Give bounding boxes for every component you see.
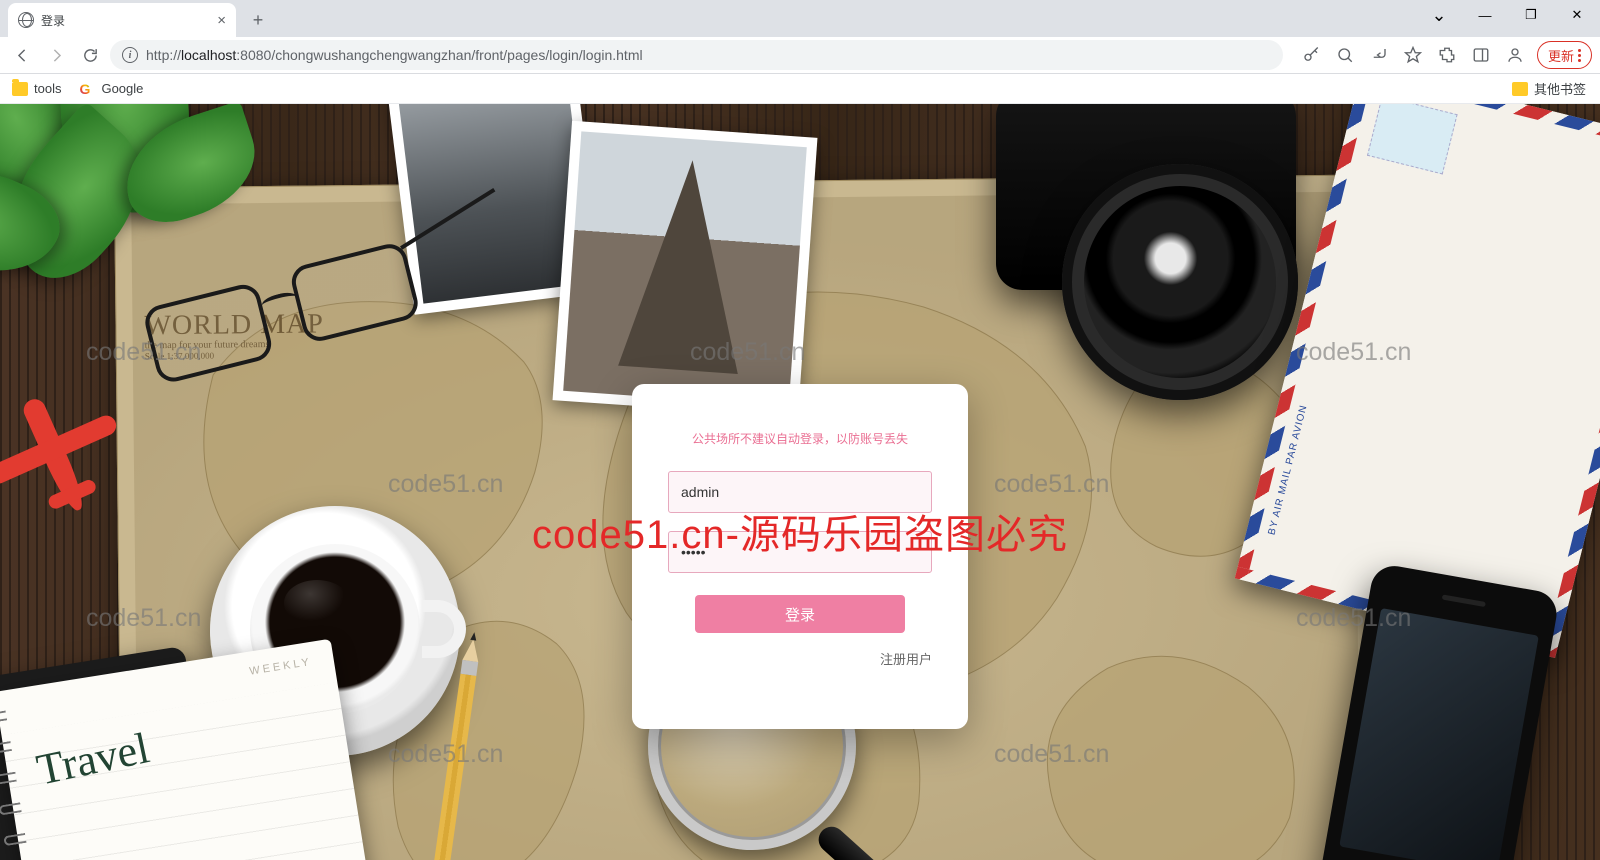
new-tab-button[interactable]: + (244, 6, 272, 34)
login-button[interactable]: 登录 (695, 595, 905, 633)
login-card: 公共场所不建议自动登录，以防账号丢失 登录 注册用户 (632, 384, 968, 729)
extensions-icon[interactable] (1431, 39, 1463, 71)
password-key-icon[interactable] (1295, 39, 1327, 71)
tab-close-icon[interactable]: × (217, 12, 226, 29)
bookmark-tools[interactable]: tools (12, 81, 61, 96)
menu-dots-icon (1578, 49, 1581, 62)
profile-avatar-icon[interactable] (1499, 39, 1531, 71)
notebook-heading: WEEKLY (249, 656, 313, 678)
notebook-word: Travel (32, 722, 153, 795)
bookmarks-bar: tools Google 其他书签 (0, 74, 1600, 104)
nav-reload-button[interactable] (76, 41, 104, 69)
site-info-icon[interactable]: i (122, 47, 138, 63)
browser-tab-active[interactable]: 登录 × (8, 3, 236, 37)
google-icon (79, 81, 95, 97)
window-maximize-icon[interactable]: ❐ (1508, 0, 1554, 30)
address-bar[interactable]: i http://localhost:8080/chongwushangchen… (110, 40, 1283, 70)
bookmark-google[interactable]: Google (79, 81, 143, 97)
bookmark-other[interactable]: 其他书签 (1512, 79, 1586, 98)
window-close-icon[interactable]: ✕ (1554, 0, 1600, 30)
url-text: http://localhost:8080/chongwushangchengw… (146, 47, 643, 63)
stamp-icon (1367, 104, 1458, 175)
window-dropdown-icon[interactable]: ⌄ (1416, 0, 1462, 30)
bookmark-star-icon[interactable] (1397, 39, 1429, 71)
camera-prop (966, 104, 1334, 448)
zoom-icon[interactable] (1329, 39, 1361, 71)
folder-icon (1512, 82, 1528, 96)
globe-icon (18, 12, 34, 28)
username-input[interactable] (668, 471, 932, 513)
window-controls: ⌄ — ❐ ✕ (1416, 0, 1600, 30)
folder-icon (12, 82, 28, 96)
browser-toolbar: i http://localhost:8080/chongwushangchen… (0, 37, 1600, 74)
airmail-label: BY AIR MAIL PAR AVION (1267, 404, 1310, 537)
nav-forward-button[interactable] (42, 41, 70, 69)
update-button[interactable]: 更新 (1537, 41, 1592, 69)
window-minimize-icon[interactable]: — (1462, 0, 1508, 30)
register-link[interactable]: 注册用户 (880, 652, 932, 667)
photo-eiffel (553, 121, 818, 417)
password-input[interactable] (668, 531, 932, 573)
nav-back-button[interactable] (8, 41, 36, 69)
login-warning: 公共场所不建议自动登录，以防账号丢失 (668, 430, 932, 447)
update-label: 更新 (1548, 46, 1574, 65)
page-viewport: WORLD MAP the map for your future dreams… (0, 104, 1600, 860)
sidepanel-icon[interactable] (1465, 39, 1497, 71)
share-icon[interactable] (1363, 39, 1395, 71)
browser-titlebar: 登录 × + ⌄ — ❐ ✕ (0, 0, 1600, 37)
tab-title: 登录 (41, 12, 210, 29)
